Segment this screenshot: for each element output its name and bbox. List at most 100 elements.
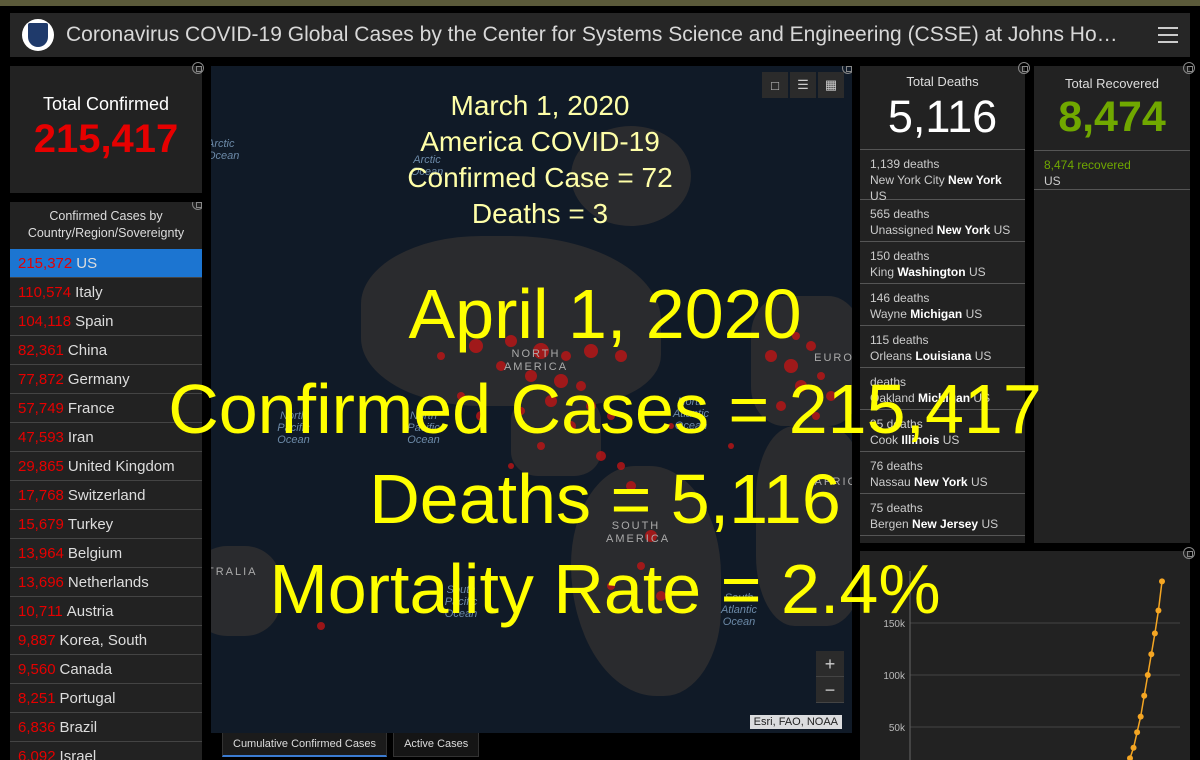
- country-name: Canada: [59, 661, 113, 678]
- chart-point[interactable]: [1134, 729, 1141, 736]
- case-marker[interactable]: [437, 352, 445, 360]
- case-marker[interactable]: [765, 350, 777, 362]
- country-list-item[interactable]: 15,679 Turkey: [10, 510, 202, 539]
- death-state: New Jersey: [912, 517, 979, 531]
- arctic-ocean-left-label: Arctic Ocean: [211, 138, 240, 162]
- country-list-item[interactable]: 29,865 United Kingdom: [10, 452, 202, 481]
- deaths-list-item[interactable]: 76 deaths Nassau New York US: [860, 452, 1025, 494]
- case-marker[interactable]: [545, 395, 557, 407]
- case-marker[interactable]: [784, 359, 798, 373]
- country-list-item[interactable]: 13,696 Netherlands: [10, 568, 202, 597]
- map-tabs: Cumulative Confirmed Cases Active Cases: [222, 733, 480, 757]
- country-list-item[interactable]: 6,092 Israel: [10, 742, 202, 760]
- chart-point[interactable]: [1137, 713, 1144, 720]
- case-marker[interactable]: [607, 412, 615, 420]
- country-list-item[interactable]: 57,749 France: [10, 394, 202, 423]
- recovered-list-item[interactable]: 8,474 recovered US: [1034, 150, 1190, 190]
- chart-point[interactable]: [1159, 578, 1165, 585]
- death-country: US: [942, 433, 960, 447]
- chart-point[interactable]: [1155, 607, 1162, 614]
- death-place: Nassau: [870, 475, 911, 489]
- case-marker[interactable]: [596, 451, 606, 461]
- death-country: US: [981, 517, 999, 531]
- deaths-list-item[interactable]: 150 deaths King Washington US: [860, 242, 1025, 284]
- country-list-item[interactable]: 110,574 Italy: [10, 278, 202, 307]
- expand-icon[interactable]: [192, 62, 204, 74]
- country-list-item[interactable]: 17,768 Switzerland: [10, 481, 202, 510]
- tab-active-cases[interactable]: Active Cases: [393, 733, 480, 757]
- deaths-list-item[interactable]: deaths Oakland Michigan US: [860, 368, 1025, 410]
- chart-point[interactable]: [1151, 630, 1158, 637]
- deaths-list-item[interactable]: 1,139 deaths New York City New York US: [860, 150, 1025, 203]
- total-deaths-panel: Total Deaths 5,116 1,139 deaths New York …: [860, 66, 1025, 543]
- country-list-item[interactable]: 82,361 China: [10, 336, 202, 365]
- country-list-item[interactable]: 6,836 Brazil: [10, 713, 202, 742]
- qr-code-icon[interactable]: ▦: [818, 72, 844, 98]
- world-map[interactable]: Arctic Ocean Arctic Ocean NORTH AMERICA …: [211, 66, 852, 733]
- case-marker[interactable]: [792, 332, 800, 340]
- case-marker[interactable]: [469, 339, 483, 353]
- country-list-item[interactable]: 10,711 Austria: [10, 597, 202, 626]
- deaths-list-item[interactable]: 565 deaths Unassigned New York US: [860, 200, 1025, 242]
- menu-icon[interactable]: [1158, 27, 1178, 43]
- expand-icon[interactable]: [1183, 547, 1195, 559]
- death-state: Washington: [897, 265, 966, 279]
- list-icon[interactable]: ☰: [790, 72, 816, 98]
- country-list-item[interactable]: 9,560 Canada: [10, 655, 202, 684]
- total-deaths-value: 5,116: [887, 91, 998, 142]
- case-marker[interactable]: [586, 401, 596, 411]
- recovered-suffix: recovered: [1077, 158, 1131, 172]
- case-marker[interactable]: [615, 350, 627, 362]
- country-case-count: 10,711: [18, 603, 63, 620]
- zoom-out-button[interactable]: −: [816, 677, 844, 703]
- case-marker[interactable]: [457, 392, 465, 400]
- deaths-list-item[interactable]: 115 deaths Orleans Louisiana US: [860, 326, 1025, 368]
- case-marker[interactable]: [576, 381, 586, 391]
- bookmark-icon[interactable]: □: [762, 72, 788, 98]
- case-marker[interactable]: [728, 443, 734, 449]
- case-marker[interactable]: [517, 407, 525, 415]
- tab-cumulative-confirmed[interactable]: Cumulative Confirmed Cases: [222, 733, 388, 757]
- case-marker[interactable]: [476, 411, 486, 421]
- country-name: Germany: [67, 371, 130, 388]
- chart-point[interactable]: [1144, 672, 1151, 678]
- case-marker[interactable]: [812, 412, 820, 420]
- country-list-item[interactable]: 77,872 Germany: [10, 365, 202, 394]
- case-marker[interactable]: [617, 462, 625, 470]
- case-marker[interactable]: [817, 372, 825, 380]
- expand-icon[interactable]: [842, 66, 852, 74]
- case-marker[interactable]: [795, 380, 807, 392]
- zoom-in-button[interactable]: +: [816, 651, 844, 677]
- case-marker[interactable]: [554, 374, 568, 388]
- case-marker[interactable]: [656, 591, 666, 601]
- case-marker[interactable]: [607, 582, 615, 590]
- case-marker[interactable]: [566, 421, 576, 431]
- expand-icon[interactable]: [1183, 62, 1195, 74]
- case-marker[interactable]: [806, 341, 816, 351]
- case-marker[interactable]: [637, 562, 645, 570]
- country-list-item[interactable]: 104,118 Spain: [10, 307, 202, 336]
- expand-icon[interactable]: [1018, 62, 1030, 74]
- country-list-item[interactable]: 47,593 Iran: [10, 423, 202, 452]
- case-marker[interactable]: [508, 463, 514, 469]
- case-marker[interactable]: [537, 442, 545, 450]
- chart-point[interactable]: [1130, 744, 1137, 751]
- case-marker[interactable]: [826, 391, 836, 401]
- deaths-list-item[interactable]: 95 deaths Cook Illinois US: [860, 410, 1025, 452]
- chart-point[interactable]: [1127, 755, 1133, 760]
- country-list-item[interactable]: 13,964 Belgium: [10, 539, 202, 568]
- case-marker[interactable]: [584, 344, 598, 358]
- expand-icon[interactable]: [192, 202, 202, 210]
- country-list-item[interactable]: 215,372 US: [10, 249, 202, 278]
- country-list-item[interactable]: 9,887 Korea, South: [10, 626, 202, 655]
- australia-label: TRALIA: [211, 566, 258, 578]
- deaths-list-item[interactable]: 146 deaths Wayne Michigan US: [860, 284, 1025, 326]
- case-marker[interactable]: [505, 335, 517, 347]
- deaths-list-item[interactable]: 75 deaths Bergen New Jersey US: [860, 494, 1025, 536]
- country-list-item[interactable]: 8,251 Portugal: [10, 684, 202, 713]
- case-marker[interactable]: [317, 622, 325, 630]
- case-marker[interactable]: [776, 401, 786, 411]
- case-marker[interactable]: [626, 481, 636, 491]
- chart-point[interactable]: [1141, 692, 1148, 699]
- chart-point[interactable]: [1148, 651, 1155, 658]
